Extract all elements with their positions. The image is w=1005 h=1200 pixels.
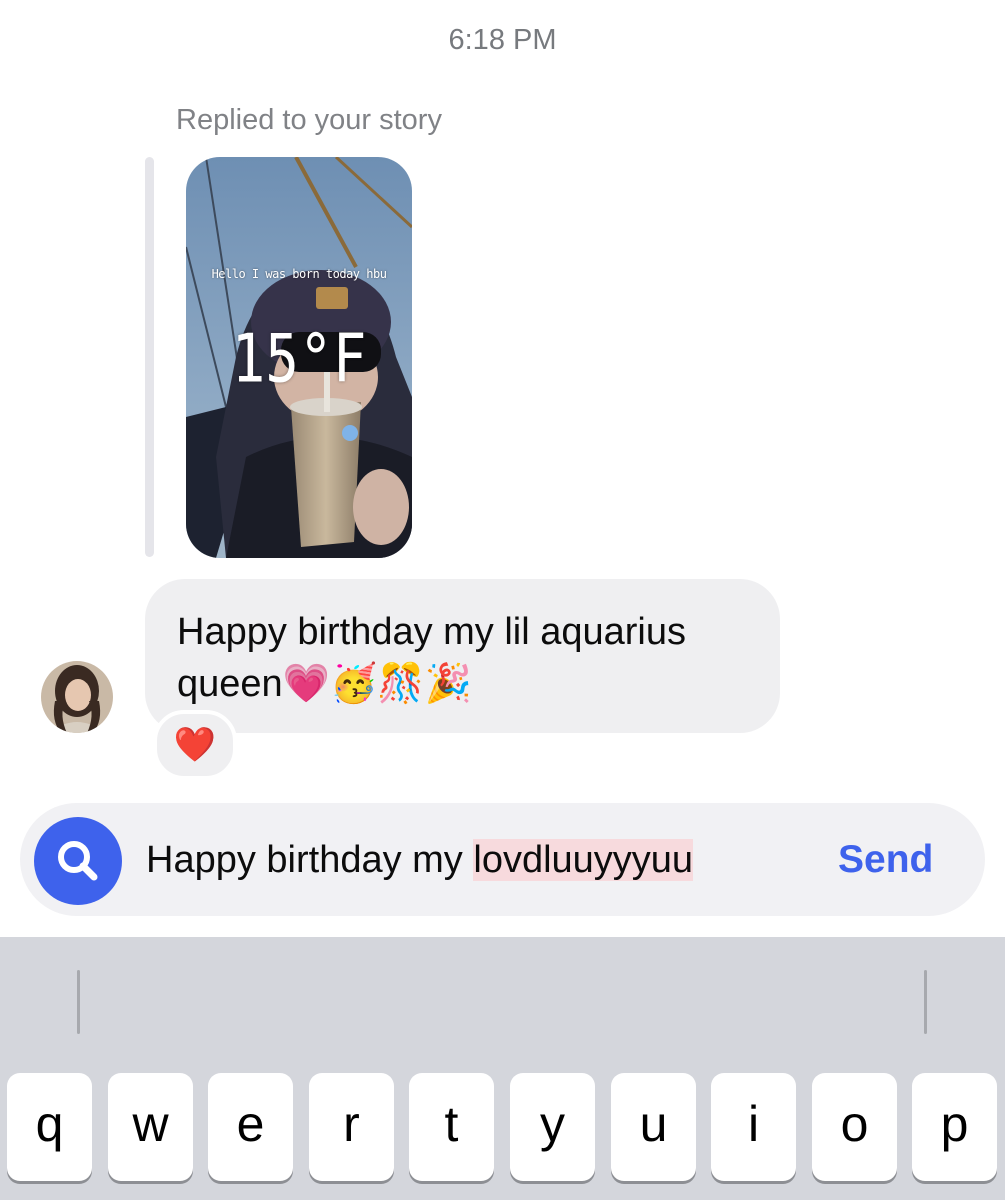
prediction-separator bbox=[924, 970, 927, 1034]
reply-quote-bar bbox=[145, 157, 154, 557]
key-o[interactable]: o bbox=[812, 1073, 897, 1181]
key-w[interactable]: w bbox=[108, 1073, 193, 1181]
misspelled-word[interactable]: lovdluuyyyuu bbox=[473, 839, 694, 881]
key-t[interactable]: t bbox=[409, 1073, 494, 1181]
message-bubble[interactable]: Happy birthday my lil aquarius queen💗🥳🎊🎉 bbox=[145, 579, 780, 733]
chat-screen: 6:18 PM Replied to your story Hello I wa… bbox=[0, 0, 1005, 1200]
message-text-line2: queen💗🥳🎊🎉 bbox=[177, 663, 472, 705]
key-u[interactable]: u bbox=[611, 1073, 696, 1181]
story-caption: Hello I was born today hbu bbox=[211, 267, 387, 281]
sender-avatar[interactable] bbox=[41, 661, 113, 733]
message-timestamp: 6:18 PM bbox=[448, 24, 557, 56]
key-r[interactable]: r bbox=[309, 1073, 394, 1181]
heart-reaction[interactable]: ❤️ bbox=[153, 710, 237, 780]
story-thumbnail[interactable]: Hello I was born today hbu 15°F bbox=[186, 157, 412, 558]
story-reply-label: Replied to your story bbox=[176, 104, 442, 136]
key-p[interactable]: p bbox=[912, 1073, 997, 1181]
key-e[interactable]: e bbox=[208, 1073, 293, 1181]
key-y[interactable]: y bbox=[510, 1073, 595, 1181]
search-icon bbox=[58, 841, 98, 881]
message-input[interactable]: Happy birthday my lovdluuyyyuu bbox=[146, 835, 694, 885]
key-q[interactable]: q bbox=[7, 1073, 92, 1181]
message-input-text: Happy birthday my bbox=[146, 839, 474, 881]
avatar-photo bbox=[41, 661, 113, 733]
send-button[interactable]: Send bbox=[838, 835, 933, 885]
prediction-separator bbox=[77, 970, 80, 1034]
search-button[interactable] bbox=[34, 817, 122, 905]
key-i[interactable]: i bbox=[711, 1073, 796, 1181]
story-temperature-sticker: 15°F bbox=[231, 320, 367, 399]
message-text-line1: Happy birthday my lil aquarius bbox=[177, 611, 687, 653]
